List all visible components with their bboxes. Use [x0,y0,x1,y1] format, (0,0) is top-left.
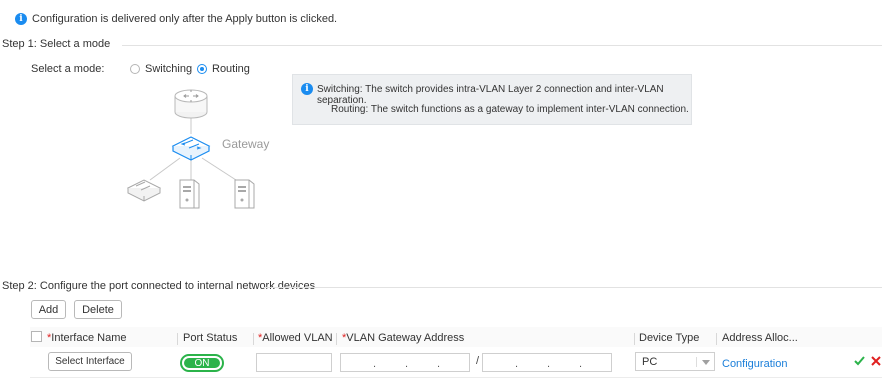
tip-info-icon: i [301,83,313,95]
server-icon [234,179,255,209]
step1-divider [122,45,882,46]
subnet-mask-input[interactable]: . . . [482,353,612,372]
col-allowed-vlan: *Allowed VLAN [258,332,333,344]
port-status-on-label: ON [184,358,220,369]
col-separator [253,333,254,345]
select-divider [696,357,697,367]
col-address-alloc: Address Alloc... [722,332,798,344]
radio-switching-circle[interactable] [130,64,140,74]
server-icon [179,179,200,209]
allowed-vlan-input[interactable] [256,353,332,372]
table-row: Select Interface ON . . . / . . . PC Con… [30,348,882,376]
device-type-select[interactable]: PC [635,352,715,371]
info-icon: i [15,13,27,25]
col-separator [336,333,337,345]
select-all-checkbox[interactable] [31,331,42,342]
radio-routing-circle[interactable] [197,64,207,74]
ip-mask-separator: / [476,355,480,367]
gateway-ip-input[interactable]: . . . [340,353,470,372]
select-interface-button[interactable]: Select Interface [48,352,132,371]
chevron-down-icon [702,360,710,365]
apply-notice: Configuration is delivered only after th… [32,13,338,25]
gateway-switch-icon [171,136,211,161]
device-type-value: PC [642,356,658,368]
access-switch-icon [126,179,162,202]
router-icon [174,89,208,119]
step1-title: Step 1: Select a mode [2,38,111,50]
col-device-type: Device Type [639,332,700,344]
step2-title: Step 2: Configure the port connected to … [2,280,316,292]
mode-label: Select a mode: [31,63,105,75]
confirm-check-icon[interactable] [854,356,865,366]
col-separator [634,333,635,345]
col-separator [716,333,717,345]
tip-routing: Routing: The switch functions as a gatew… [331,104,689,115]
col-interface-name: *Interface Name [47,332,127,344]
radio-switching[interactable]: Switching [130,62,200,76]
col-separator [177,333,178,345]
gateway-label: Gateway [222,137,270,151]
col-vlan-gateway-address: *VLAN Gateway Address [342,332,465,344]
radio-routing[interactable]: Routing [197,62,267,76]
delete-button[interactable]: Delete [74,300,122,319]
mode-tip-box: i Switching: The switch provides intra-V… [292,74,692,125]
step2-divider [264,287,882,288]
port-status-toggle[interactable]: ON [180,354,224,372]
cancel-close-icon[interactable] [871,356,881,366]
radio-switching-label: Switching [145,63,193,75]
add-button[interactable]: Add [31,300,66,319]
radio-routing-label: Routing [212,63,250,75]
address-alloc-configuration-link[interactable]: Configuration [722,358,787,370]
row-divider [30,377,882,378]
tip-switching: Switching: The switch provides intra-VLA… [317,84,664,106]
col-port-status: Port Status [183,332,238,344]
